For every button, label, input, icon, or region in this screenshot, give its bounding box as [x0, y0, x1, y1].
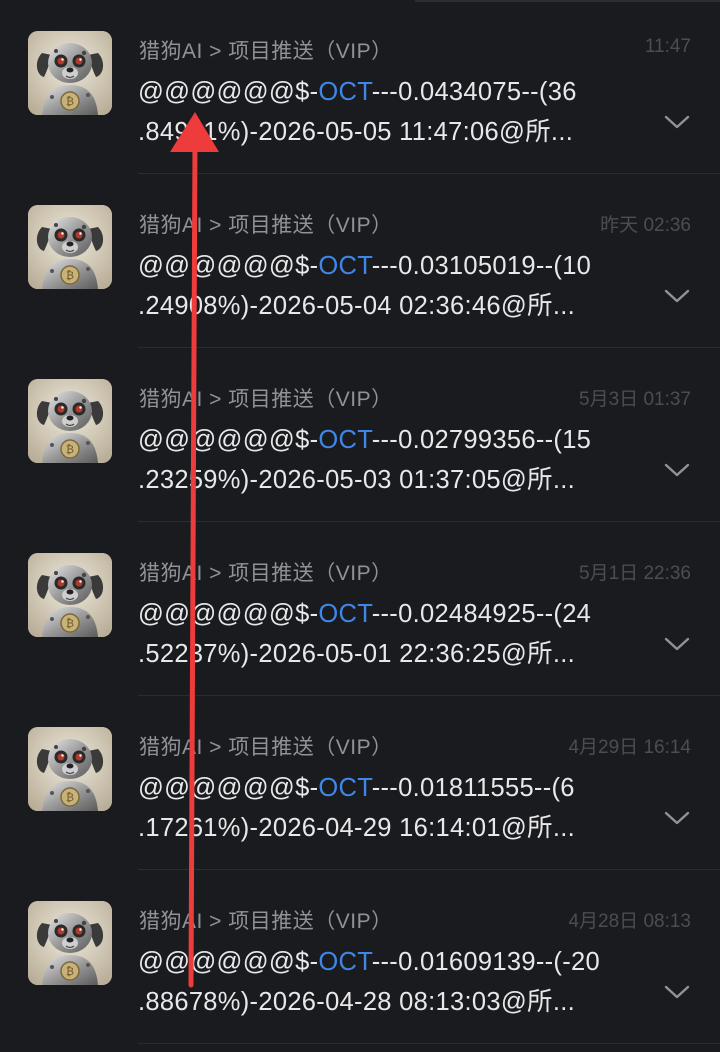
timestamp: 5月3日 01:37 — [579, 389, 691, 410]
message-line-2: .24908%)-2026-05-04 02:36:46@所... — [138, 292, 575, 320]
message-prefix: @@@@@@$- — [138, 78, 319, 106]
sender-label: 猎狗AI > 项目推送（VIP） — [139, 40, 393, 63]
token-link[interactable]: OCT — [318, 948, 371, 976]
robot-dog-bitcoin-icon[interactable]: ₿ — [28, 379, 112, 463]
message-line-1: @@@@@@$-OCT---0.01811555--(6 — [138, 768, 638, 808]
token-link[interactable]: OCT — [318, 600, 371, 628]
message-line-2: .84941%)-2026-05-05 11:47:06@所... — [138, 118, 574, 146]
svg-text:₿: ₿ — [66, 965, 74, 978]
sender-label: 猎狗AI > 项目推送（VIP） — [139, 214, 393, 237]
robot-dog-bitcoin-icon[interactable]: ₿ — [28, 727, 112, 811]
message-line-2: .52237%)-2026-05-01 22:36:25@所... — [138, 640, 575, 668]
svg-text:₿: ₿ — [66, 791, 74, 804]
message-preview[interactable]: @@@@@@$-OCT---0.02484925--(24 .52237%)-2… — [138, 594, 638, 674]
sender-label: 猎狗AI > 项目推送（VIP） — [139, 736, 393, 759]
svg-text:₿: ₿ — [66, 617, 74, 630]
robot-dog-bitcoin-icon[interactable]: ₿ — [28, 205, 112, 289]
sender-label: 猎狗AI > 项目推送（VIP） — [139, 910, 393, 933]
message-preview[interactable]: @@@@@@$-OCT---0.03105019--(10 .24908%)-2… — [138, 246, 638, 326]
message-value: ---0.03105019--(10 — [371, 252, 592, 280]
token-link[interactable]: OCT — [318, 78, 371, 106]
message-value: ---0.01811555--(6 — [371, 774, 575, 802]
message-line-1: @@@@@@$-OCT---0.0434075--(36 — [138, 72, 638, 112]
message-line-1: @@@@@@$-OCT---0.02799356--(15 — [138, 420, 638, 460]
item-divider — [138, 1043, 720, 1044]
message-line-2: .88678%)-2026-04-28 08:13:03@所... — [138, 988, 575, 1016]
robot-dog-bitcoin-icon[interactable]: ₿ — [28, 901, 112, 985]
message-line-1: @@@@@@$-OCT---0.02484925--(24 — [138, 594, 638, 634]
message-line-2: .17261%)-2026-04-29 16:14:01@所... — [138, 814, 575, 842]
message-prefix: @@@@@@$- — [138, 948, 319, 976]
message-line-2: .23259%)-2026-05-03 01:37:05@所... — [138, 466, 575, 494]
message-item[interactable]: ₿ — [0, 174, 720, 348]
message-item[interactable]: ₿ — [0, 870, 720, 1044]
token-link[interactable]: OCT — [318, 426, 371, 454]
message-prefix: @@@@@@$- — [138, 774, 319, 802]
message-prefix: @@@@@@$- — [138, 252, 319, 280]
message-preview[interactable]: @@@@@@$-OCT---0.0434075--(36 .84941%)-20… — [138, 72, 638, 152]
chevron-down-icon[interactable] — [664, 984, 690, 1000]
message-feed[interactable]: ₿ 猎狗AI > 项目推送（VIP） 11:47 @@@@@@$-OCT---0… — [0, 0, 720, 1052]
token-link[interactable]: OCT — [318, 774, 371, 802]
message-prefix: @@@@@@$- — [138, 426, 319, 454]
timestamp: 11:47 — [644, 36, 691, 57]
chevron-down-icon[interactable] — [664, 636, 690, 652]
svg-text:₿: ₿ — [66, 443, 74, 456]
message-item[interactable]: ₿ — [0, 348, 720, 522]
robot-dog-bitcoin-icon[interactable]: ₿ — [28, 553, 112, 637]
message-item[interactable]: ₿ — [0, 522, 720, 696]
timestamp: 4月29日 16:14 — [568, 737, 691, 758]
timestamp: 5月1日 22:36 — [579, 563, 691, 584]
message-item[interactable]: ₿ — [0, 696, 720, 870]
message-preview[interactable]: @@@@@@$-OCT---0.01811555--(6 .17261%)-20… — [138, 768, 638, 848]
message-value: ---0.02799356--(15 — [371, 426, 592, 454]
message-item[interactable]: ₿ — [0, 0, 720, 174]
message-preview[interactable]: @@@@@@$-OCT---0.02799356--(15 .23259%)-2… — [138, 420, 638, 500]
token-link[interactable]: OCT — [318, 252, 371, 280]
message-preview[interactable]: @@@@@@$-OCT---0.01609139--(-20 .88678%)-… — [138, 942, 638, 1022]
message-value: ---0.02484925--(24 — [371, 600, 592, 628]
sender-label: 猎狗AI > 项目推送（VIP） — [139, 562, 393, 585]
timestamp: 4月28日 08:13 — [568, 911, 691, 932]
message-value: ---0.01609139--(-20 — [371, 948, 600, 976]
svg-text:₿: ₿ — [66, 95, 74, 108]
message-value: ---0.0434075--(36 — [371, 78, 577, 106]
chevron-down-icon[interactable] — [664, 462, 690, 478]
chevron-down-icon[interactable] — [664, 288, 690, 304]
robot-dog-bitcoin-icon[interactable]: ₿ — [28, 31, 112, 115]
svg-text:₿: ₿ — [66, 269, 74, 282]
chevron-down-icon[interactable] — [664, 114, 690, 130]
chevron-down-icon[interactable] — [664, 810, 690, 826]
message-prefix: @@@@@@$- — [138, 600, 319, 628]
sender-label: 猎狗AI > 项目推送（VIP） — [139, 388, 393, 411]
message-line-1: @@@@@@$-OCT---0.03105019--(10 — [138, 246, 638, 286]
timestamp: 昨天 02:36 — [600, 215, 691, 236]
message-line-1: @@@@@@$-OCT---0.01609139--(-20 — [138, 942, 638, 982]
